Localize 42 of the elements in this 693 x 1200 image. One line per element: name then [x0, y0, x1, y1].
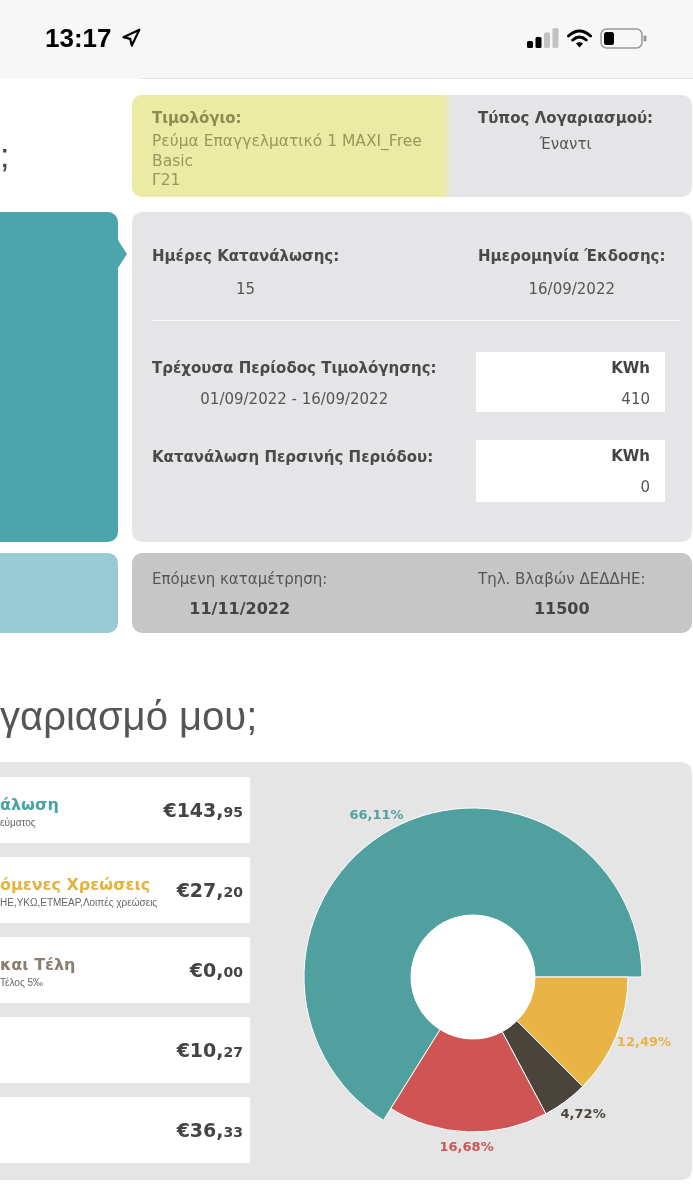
- next-reading-value: 11/11/2022: [189, 598, 291, 620]
- billing-period-value: 01/09/2022 - 16/09/2022: [200, 389, 389, 410]
- issue-date-label: Ημερομηνία Έκδοσης:: [478, 246, 666, 267]
- charge-subtitle: εύματος: [0, 815, 37, 830]
- signal-icon: [527, 28, 559, 48]
- tariff-label: Τιμολόγιο:: [152, 108, 243, 129]
- section-heading: γαριασμό μου;: [0, 693, 258, 740]
- unit-label: KWh: [611, 446, 650, 467]
- charge-title: όμενες Χρεώσεις: [0, 874, 152, 895]
- charge-amount: €36,33: [176, 1119, 243, 1141]
- status-time: 13:17: [45, 23, 112, 53]
- location-arrow-icon: [120, 28, 141, 48]
- charge-amount: €10,27: [176, 1039, 243, 1061]
- chart-value-label: 4,72%: [560, 1105, 606, 1121]
- charge-title: και Τέλη: [0, 954, 76, 975]
- charge-amount: €143,95: [163, 799, 243, 821]
- issue-date-value: 16/09/2022: [528, 279, 615, 300]
- reading-value: 0: [640, 477, 650, 498]
- outage-phone-value: 11500: [533, 598, 590, 620]
- billing-period-label: Τρέχουσα Περίοδος Τιμολόγησης:: [152, 358, 437, 379]
- wifi-icon: [567, 28, 592, 48]
- last-year-label: Κατανάλωση Περσινής Περιόδου:: [152, 447, 434, 468]
- charge-title: άλωση: [0, 794, 59, 815]
- next-reading-label: Επόμενη καταμέτρηση:: [152, 569, 328, 590]
- charge-amount: €27,20: [176, 879, 243, 901]
- reading-value: 410: [621, 389, 650, 410]
- tariff-value: Γ21: [152, 171, 182, 191]
- account-type-value: Έναντι: [539, 134, 592, 155]
- unit-label: KWh: [611, 358, 650, 379]
- tariff-value: Ρεύμα Επαγγελματικό 1 MAXI_Free Basic: [152, 132, 423, 171]
- days-value: 15: [236, 279, 256, 300]
- outage-phone-label: Τηλ. Βλαβών ΔΕΔΔΗΕ:: [478, 569, 646, 590]
- account-type-label: Τύπος Λογαριασμού:: [478, 108, 654, 129]
- battery-icon: [600, 27, 647, 49]
- charge-subtitle: Τέλος 5‰: [0, 975, 45, 990]
- chart-value-label: 12,49%: [616, 1033, 671, 1049]
- chart-value-label: 66,11%: [349, 806, 404, 822]
- days-label: Ημέρες Κατανάλωσης:: [152, 246, 340, 267]
- heading-fragment: ;: [0, 135, 10, 175]
- charge-amount: €0,00: [189, 959, 243, 981]
- charge-subtitle: ΗΕ,ΥΚΩ,ΕΤΜΕΑΡ,Λοιπές χρεώσεις: [0, 895, 158, 910]
- chart-value-label: 16,68%: [439, 1139, 494, 1155]
